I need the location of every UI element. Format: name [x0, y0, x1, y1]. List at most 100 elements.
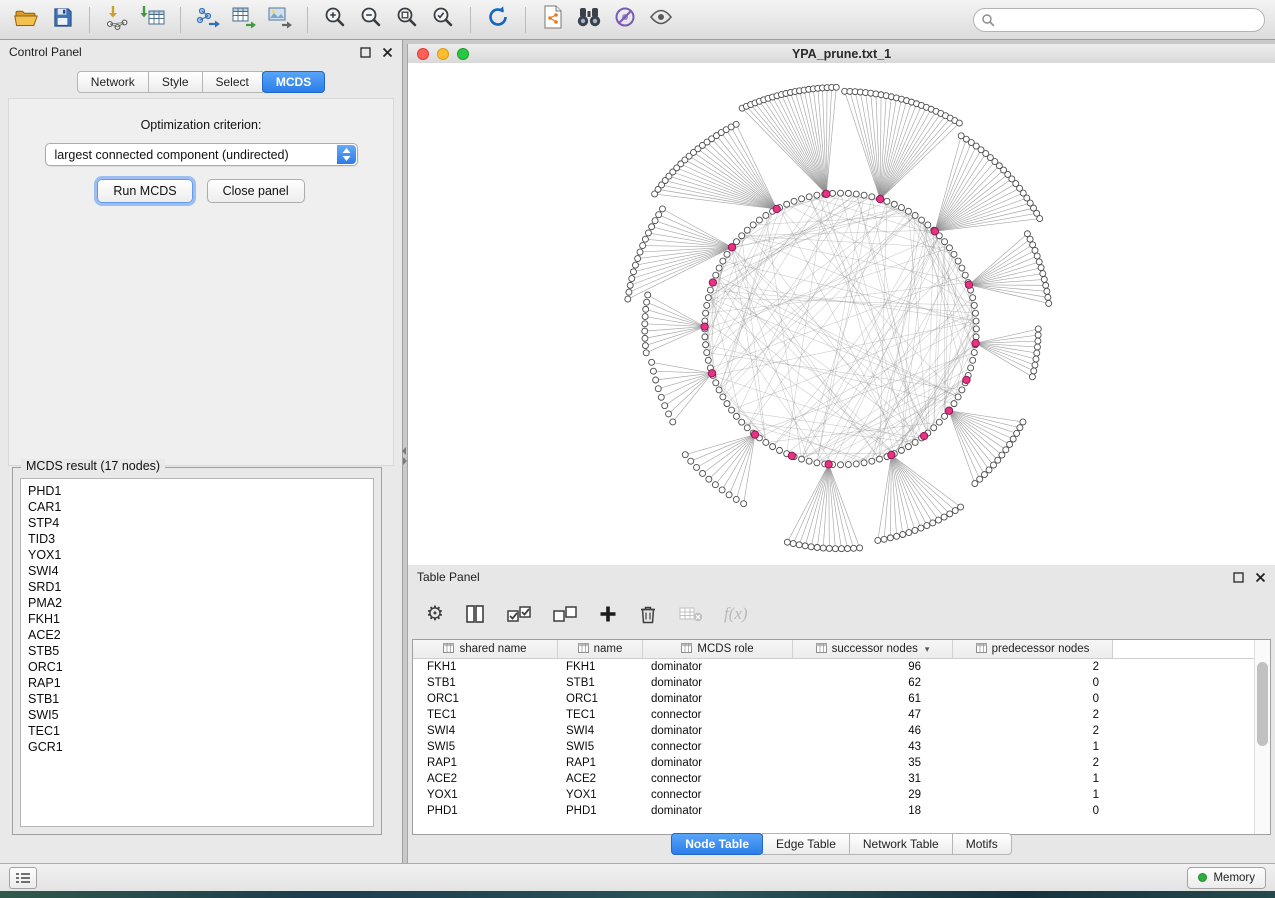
- table-row[interactable]: STB1STB1dominator620: [413, 675, 1270, 691]
- table-row[interactable]: ORC1ORC1dominator610: [413, 691, 1270, 707]
- mcds-result-item[interactable]: SWI5: [28, 707, 373, 723]
- eye-icon: [648, 5, 674, 34]
- maximize-window-icon[interactable]: [457, 48, 469, 60]
- open-session-button[interactable]: [10, 5, 42, 35]
- close-panel-button[interactable]: Close panel: [207, 179, 305, 203]
- export-network-button[interactable]: [192, 5, 224, 35]
- import-network-button[interactable]: [101, 5, 133, 35]
- panel-menu-button[interactable]: [9, 867, 37, 889]
- table-cell: SWI4: [413, 725, 558, 737]
- table-cell: ORC1: [413, 693, 558, 705]
- mcds-result-item[interactable]: STP4: [28, 515, 373, 531]
- mcds-result-item[interactable]: STB5: [28, 643, 373, 659]
- export-table-button[interactable]: [228, 5, 260, 35]
- search-input[interactable]: [973, 8, 1265, 32]
- save-session-button[interactable]: [46, 5, 78, 35]
- tab-style[interactable]: Style: [148, 71, 203, 93]
- minimize-window-icon[interactable]: [437, 48, 449, 60]
- deselect-all-button[interactable]: [552, 604, 578, 624]
- tab-select[interactable]: Select: [202, 71, 263, 93]
- mcds-result-item[interactable]: TID3: [28, 531, 373, 547]
- tab-motifs[interactable]: Motifs: [952, 833, 1012, 855]
- node-table: shared namenameMCDS rolesuccessor nodes▾…: [412, 639, 1271, 835]
- mcds-result-item[interactable]: FKH1: [28, 611, 373, 627]
- show-columns-button[interactable]: [464, 604, 486, 624]
- network-canvas[interactable]: [408, 63, 1275, 565]
- mcds-result-item[interactable]: CAR1: [28, 499, 373, 515]
- mcds-result-item[interactable]: ORC1: [28, 659, 373, 675]
- add-column-button[interactable]: [598, 604, 618, 624]
- tab-edge-table[interactable]: Edge Table: [762, 833, 850, 855]
- mcds-result-item[interactable]: ACE2: [28, 627, 373, 643]
- column-header-name[interactable]: name: [558, 640, 643, 658]
- table-row[interactable]: YOX1YOX1connector291: [413, 787, 1270, 803]
- column-header-shared-name[interactable]: shared name: [413, 640, 558, 658]
- table-cell: ACE2: [558, 773, 643, 785]
- run-mcds-button[interactable]: Run MCDS: [97, 179, 192, 203]
- close-panel-icon[interactable]: [381, 46, 393, 58]
- network-window-titlebar[interactable]: YPA_prune.txt_1: [408, 44, 1275, 64]
- mcds-result-item[interactable]: SWI4: [28, 563, 373, 579]
- table-cell: connector: [643, 773, 793, 785]
- import-table-button[interactable]: [137, 5, 169, 35]
- table-cell: 29: [793, 789, 953, 801]
- control-panel: Control Panel NetworkStyleSelectMCDS Opt…: [0, 40, 403, 863]
- optimization-criterion-label: Optimization criterion:: [9, 118, 393, 132]
- show-graphics-details-button[interactable]: [645, 5, 677, 35]
- delete-column-button[interactable]: [638, 603, 658, 625]
- zoom-out-button[interactable]: [355, 5, 387, 35]
- table-settings-button[interactable]: ⚙: [426, 604, 444, 624]
- optimization-criterion-select[interactable]: largest connected component (undirected): [45, 143, 358, 166]
- table-row[interactable]: FKH1FKH1dominator962: [413, 659, 1270, 675]
- table-cell: dominator: [643, 757, 793, 769]
- mcds-result-item[interactable]: TEC1: [28, 723, 373, 739]
- column-header-mcds-role[interactable]: MCDS role: [643, 640, 793, 658]
- refresh-view-button[interactable]: [482, 5, 514, 35]
- hide-graphics-details-button[interactable]: [609, 5, 641, 35]
- mcds-result-item[interactable]: RAP1: [28, 675, 373, 691]
- mcds-result-item[interactable]: GCR1: [28, 739, 373, 755]
- table-row[interactable]: ACE2ACE2connector311: [413, 771, 1270, 787]
- memory-button[interactable]: Memory: [1187, 867, 1266, 889]
- mcds-result-item[interactable]: SRD1: [28, 579, 373, 595]
- export-image-button[interactable]: [264, 5, 296, 35]
- tab-network-table[interactable]: Network Table: [849, 833, 953, 855]
- close-panel-icon[interactable]: [1254, 571, 1266, 583]
- table-row[interactable]: TEC1TEC1connector472: [413, 707, 1270, 723]
- gear-icon: ⚙: [426, 604, 444, 624]
- mcds-result-item[interactable]: PMA2: [28, 595, 373, 611]
- zoom-in-button[interactable]: [319, 5, 351, 35]
- table-row[interactable]: SWI5SWI5connector431: [413, 739, 1270, 755]
- zoom-selected-button[interactable]: [427, 5, 459, 35]
- mcds-result-item[interactable]: YOX1: [28, 547, 373, 563]
- column-header-predecessor-nodes[interactable]: predecessor nodes: [953, 640, 1113, 658]
- share-document-button[interactable]: [537, 5, 569, 35]
- zoom-in-icon: [322, 4, 348, 35]
- table-row[interactable]: PHD1PHD1dominator180: [413, 803, 1270, 819]
- control-panel-header: Control Panel: [0, 40, 402, 64]
- table-row[interactable]: RAP1RAP1dominator352: [413, 755, 1270, 771]
- table-cell: dominator: [643, 725, 793, 737]
- tab-node-table[interactable]: Node Table: [671, 833, 763, 855]
- tab-mcds[interactable]: MCDS: [262, 71, 325, 93]
- mcds-result-item[interactable]: PHD1: [28, 483, 373, 499]
- table-panel-header: Table Panel: [408, 565, 1275, 589]
- table-cell: ORC1: [558, 693, 643, 705]
- clear-table-button-disabled: [678, 605, 704, 623]
- close-window-icon[interactable]: [417, 48, 429, 60]
- mcds-tab-content: Optimization criterion: largest connecte…: [8, 98, 394, 466]
- table-row[interactable]: SWI4SWI4dominator462: [413, 723, 1270, 739]
- column-header-successor-nodes[interactable]: successor nodes▾: [793, 640, 953, 658]
- zoom-fit-button[interactable]: [391, 5, 423, 35]
- scrollbar-thumb[interactable]: [1257, 662, 1268, 746]
- tab-network[interactable]: Network: [77, 71, 149, 93]
- table-cell: RAP1: [558, 757, 643, 769]
- float-panel-icon[interactable]: [1232, 571, 1244, 583]
- mcds-result-item[interactable]: STB1: [28, 691, 373, 707]
- table-vertical-scrollbar[interactable]: [1254, 640, 1270, 834]
- find-button[interactable]: [573, 5, 605, 35]
- node-table-rows: FKH1FKH1dominator962STB1STB1dominator620…: [413, 659, 1270, 819]
- table-cell: 61: [793, 693, 953, 705]
- float-panel-icon[interactable]: [359, 46, 371, 58]
- select-all-button[interactable]: [506, 604, 532, 624]
